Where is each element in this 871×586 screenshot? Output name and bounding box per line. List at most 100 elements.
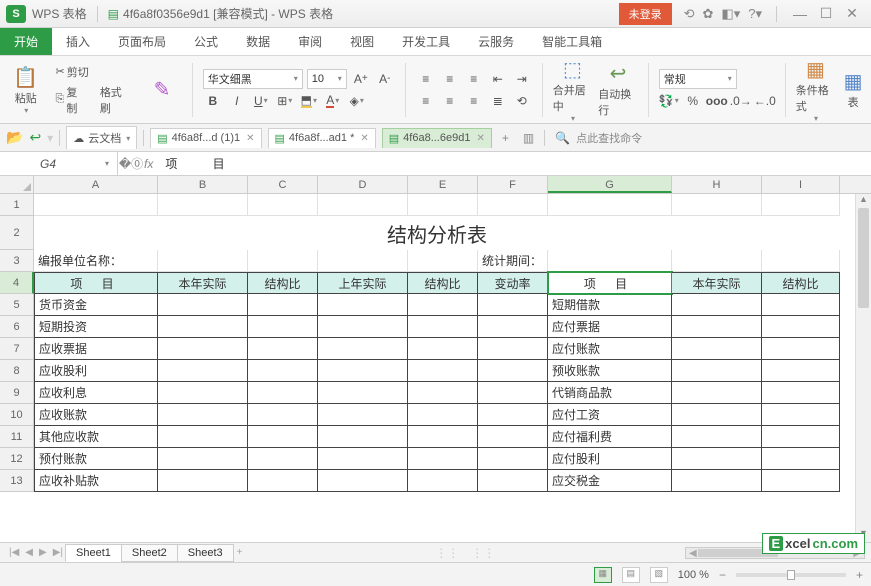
font-color-button[interactable]: A▾ — [323, 91, 343, 111]
cell[interactable]: 其他应收款 — [34, 426, 158, 448]
cell[interactable] — [318, 426, 408, 448]
row-header[interactable]: 3 — [0, 250, 34, 272]
tab-insert[interactable]: 插入 — [52, 28, 104, 55]
cell[interactable]: 项 目 — [548, 272, 672, 294]
cell[interactable] — [318, 448, 408, 470]
row-header[interactable]: 8 — [0, 360, 34, 382]
cell[interactable] — [478, 194, 548, 216]
cell[interactable] — [158, 338, 248, 360]
vertical-scrollbar[interactable]: ▲ ▼ — [855, 194, 871, 542]
cell[interactable] — [408, 338, 478, 360]
cell[interactable]: 应付福利费 — [548, 426, 672, 448]
cell[interactable]: 应收账款 — [34, 404, 158, 426]
align-right-button[interactable]: ≡ — [464, 91, 484, 111]
sync-icon[interactable]: ⟲ — [684, 6, 695, 22]
cell[interactable] — [158, 448, 248, 470]
new-tab-button[interactable]: + — [498, 131, 513, 145]
scroll-up-icon[interactable]: ▲ — [856, 194, 871, 208]
doc-tab-3[interactable]: ▤4f6a8...6e9d1✕ — [382, 128, 492, 148]
cloud-doc-tab[interactable]: ☁云文档▾ — [66, 126, 137, 149]
row-header[interactable]: 1 — [0, 194, 34, 216]
italic-button[interactable]: I — [227, 91, 247, 111]
col-header-E[interactable]: E — [408, 176, 478, 193]
align-left-button[interactable]: ≡ — [416, 91, 436, 111]
zoom-in-button[interactable]: + — [856, 568, 863, 582]
cell[interactable] — [762, 250, 840, 272]
close-button[interactable]: ✕ — [839, 5, 865, 22]
col-header-F[interactable]: F — [478, 176, 548, 193]
cell[interactable] — [762, 426, 840, 448]
cut-button[interactable]: ✂ 剪切 — [52, 63, 137, 81]
tab-cloud[interactable]: 云服务 — [464, 28, 528, 55]
cell[interactable] — [408, 316, 478, 338]
sheet-tab-1[interactable]: Sheet1 — [65, 544, 122, 562]
tab-list-button[interactable]: ▥ — [519, 131, 538, 145]
cell[interactable] — [478, 360, 548, 382]
indent-left-button[interactable]: ⇤ — [488, 69, 508, 89]
row-header[interactable]: 11 — [0, 426, 34, 448]
tab-start[interactable]: 开始 — [0, 28, 52, 55]
cell[interactable]: 编报单位名称： — [34, 250, 158, 272]
cell[interactable] — [318, 316, 408, 338]
copy-button[interactable]: ⎘ 复制 — [52, 83, 92, 117]
close-tab-icon[interactable]: ✕ — [476, 133, 484, 144]
row-header[interactable]: 2 — [0, 216, 34, 250]
col-header-I[interactable]: I — [762, 176, 840, 193]
cell[interactable]: 短期投资 — [34, 316, 158, 338]
cell[interactable] — [762, 360, 840, 382]
cell[interactable] — [762, 338, 840, 360]
row-header[interactable]: 12 — [0, 448, 34, 470]
bold-button[interactable]: B — [203, 91, 223, 111]
cell[interactable] — [318, 360, 408, 382]
cell[interactable]: 结构分析表 — [34, 216, 840, 250]
justify-button[interactable]: ≣ — [488, 91, 508, 111]
cell[interactable] — [478, 294, 548, 316]
maximize-button[interactable]: ☐ — [813, 5, 839, 22]
orientation-button[interactable]: ⟲ — [512, 91, 532, 111]
spreadsheet-grid[interactable]: A B C D E F G H I 12结构分析表3编报单位名称：统计期间：4项… — [0, 176, 871, 542]
cell[interactable]: 预收账款 — [548, 360, 672, 382]
decrease-font-button[interactable]: A- — [375, 69, 395, 89]
fill-color-button[interactable]: ⬒▾ — [299, 91, 319, 111]
cell[interactable] — [248, 448, 318, 470]
number-format-combo[interactable]: 常规▾ — [659, 69, 737, 89]
cell[interactable] — [318, 382, 408, 404]
add-sheet-button[interactable]: + — [234, 547, 246, 558]
tab-view[interactable]: 视图 — [336, 28, 388, 55]
format-painter-button[interactable]: 格式刷 — [96, 83, 136, 117]
cell[interactable]: 应收股利 — [34, 360, 158, 382]
tab-review[interactable]: 审阅 — [284, 28, 336, 55]
cell[interactable] — [478, 448, 548, 470]
cell[interactable] — [762, 404, 840, 426]
view-normal-button[interactable]: ▦ — [594, 567, 612, 583]
cell[interactable] — [158, 426, 248, 448]
name-box[interactable]: G4▾ — [0, 152, 118, 175]
tab-smart-toolbox[interactable]: 智能工具箱 — [528, 28, 616, 55]
cell[interactable] — [672, 404, 762, 426]
row-header[interactable]: 13 — [0, 470, 34, 492]
zoom-out-button[interactable]: − — [719, 568, 726, 582]
sheet-tab-2[interactable]: Sheet2 — [121, 544, 178, 562]
tab-formula[interactable]: 公式 — [180, 28, 232, 55]
conditional-format-button[interactable]: ▦条件格式▾ — [796, 61, 836, 119]
decrease-decimal-button[interactable]: ←.0 — [755, 91, 775, 111]
zoom-level[interactable]: 100 % — [678, 569, 709, 581]
cell[interactable]: 应收票据 — [34, 338, 158, 360]
row-header[interactable]: 7 — [0, 338, 34, 360]
cell[interactable] — [672, 470, 762, 492]
sheet-nav-last[interactable]: ▶| — [50, 547, 66, 558]
cell[interactable] — [672, 360, 762, 382]
cell[interactable]: 代销商品款 — [548, 382, 672, 404]
sheet-nav-next[interactable]: ▶ — [36, 547, 50, 558]
cell[interactable]: 变动率 — [478, 272, 548, 294]
sheet-nav-prev[interactable]: ◀ — [22, 547, 36, 558]
row-header[interactable]: 6 — [0, 316, 34, 338]
select-all-corner[interactable] — [0, 176, 34, 193]
increase-font-button[interactable]: A+ — [351, 69, 371, 89]
cell[interactable]: 应收补贴款 — [34, 470, 158, 492]
fx-icon[interactable]: fx — [144, 157, 153, 171]
align-center-button[interactable]: ≡ — [440, 91, 460, 111]
cell[interactable] — [408, 250, 478, 272]
col-header-H[interactable]: H — [672, 176, 762, 193]
cell[interactable] — [318, 294, 408, 316]
